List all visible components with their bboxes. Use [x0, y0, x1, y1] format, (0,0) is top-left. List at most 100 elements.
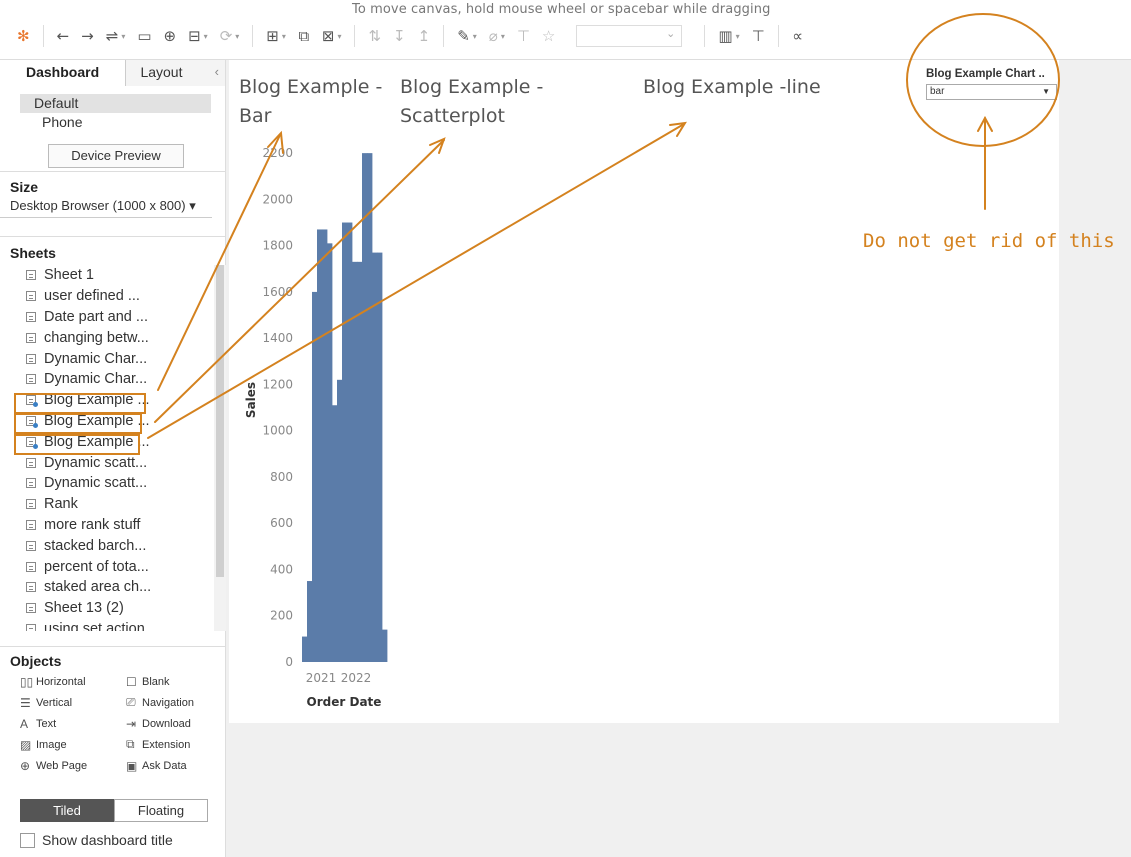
text-icon: A	[20, 716, 29, 731]
bar[interactable]	[317, 229, 323, 662]
bar[interactable]	[362, 153, 368, 662]
toolbar-separator	[42, 25, 44, 47]
bar[interactable]	[377, 252, 383, 662]
object-label: Text	[36, 717, 57, 730]
sheet-item[interactable]: Dynamic scatt...	[0, 452, 214, 473]
sheet-item[interactable]: Sheet 1	[0, 265, 214, 286]
highlight-icon[interactable]: ✎ ▾	[454, 25, 480, 47]
sheet-item[interactable]: using set action	[0, 619, 214, 631]
bar[interactable]	[307, 581, 313, 662]
sheets-section: Sheets	[0, 236, 226, 261]
new-datasource-icon[interactable]: ⊕	[161, 25, 180, 47]
labels-icon[interactable]: ⊤	[514, 25, 533, 47]
refresh-icon[interactable]: ⟳ ▾	[217, 25, 243, 47]
sheet-item[interactable]: more rank stuff	[0, 515, 214, 536]
scroll-thumb[interactable]	[216, 265, 224, 577]
object-download[interactable]: ⇥ Download	[126, 715, 232, 732]
y-tick-label: 600	[270, 516, 293, 530]
extension-icon: ⧉	[126, 737, 135, 751]
swap-icon[interactable]: ⇅	[365, 25, 384, 47]
sheet-label: Rank	[44, 496, 78, 513]
replace-data-icon[interactable]: ⇌ ▾	[103, 25, 129, 47]
sheet-item[interactable]: percent of tota...	[0, 556, 214, 577]
object-extension[interactable]: ⧉ Extension	[126, 736, 232, 753]
title-blog-line: Blog Example -line	[643, 76, 821, 98]
show-title-checkbox[interactable]	[20, 832, 35, 848]
fit-select[interactable]	[576, 25, 683, 47]
pin-icon[interactable]: ☆	[539, 25, 558, 47]
pause-updates-icon[interactable]: ⊟ ▾	[185, 25, 211, 47]
objects-title: Objects	[10, 653, 62, 669]
bar[interactable]	[302, 636, 308, 662]
bar[interactable]	[352, 261, 358, 662]
object-image[interactable]: ▨ Image	[20, 736, 126, 753]
sheet-label: percent of tota...	[44, 558, 149, 575]
redo-icon[interactable]: →	[78, 25, 97, 47]
download-icon: ⇥	[126, 716, 137, 731]
group-icon[interactable]: ⌀ ▾	[486, 25, 508, 47]
sheet-item[interactable]: Date part and ...	[0, 307, 214, 328]
sheet-item[interactable]: changing betw...	[0, 327, 214, 348]
bar[interactable]	[342, 222, 348, 662]
object-web-page[interactable]: ⊕ Web Page	[20, 757, 126, 774]
tab-dashboard[interactable]: Dashboard	[0, 60, 126, 86]
toolbar-buttons: ✻ ← → ⇌ ▾ ▭ ⊕ ⊟ ▾ ⟳ ▾ ⊞ ▾ ⧉ ⊠ ▾ ⇅ ↧ ↥ ✎ ▾ ⌀ ▾ ⊤…	[14, 24, 807, 48]
tableau-logo-icon[interactable]: ✻	[14, 25, 33, 47]
object-label: Horizontal	[36, 675, 86, 688]
undo-icon[interactable]: ←	[54, 25, 73, 47]
presentation-icon[interactable]: ⊤	[749, 25, 768, 47]
share-icon[interactable]: ∝	[789, 25, 807, 47]
sort-descending-icon[interactable]: ↥	[415, 25, 434, 47]
floating-button[interactable]: Floating	[114, 799, 208, 822]
clear-sheet-icon[interactable]: ⊠ ▾	[319, 25, 345, 47]
bar[interactable]	[332, 405, 338, 662]
bar[interactable]	[382, 629, 388, 662]
bar[interactable]	[357, 261, 363, 662]
size-title: Size	[10, 179, 39, 195]
tab-layout[interactable]: Layout ‹	[125, 60, 225, 86]
sheet-item[interactable]: Dynamic scatt...	[0, 473, 214, 494]
dashboard-canvas[interactable]: Blog Example - Bar Blog Example - Scatte…	[229, 60, 1059, 723]
bar[interactable]	[322, 229, 328, 662]
bar[interactable]	[347, 222, 353, 662]
show-title-option[interactable]: Show dashboard title	[20, 832, 173, 848]
bar[interactable]	[372, 252, 378, 662]
worksheet-icon	[26, 374, 36, 385]
new-worksheet-icon[interactable]: ⊞ ▾	[263, 25, 289, 47]
device-default[interactable]: Default	[20, 94, 211, 113]
dashboard-side-panel: Dashboard Layout ‹ Default Phone Device P…	[0, 60, 226, 857]
size-dropdown[interactable]: Desktop Browser (1000 x 800) ▾	[0, 198, 212, 218]
show-me-icon[interactable]: ▥ ▾	[715, 25, 742, 47]
sheet-item[interactable]: Rank	[0, 494, 214, 515]
object-label: Download	[142, 717, 191, 730]
sheet-item[interactable]: Sheet 13 (2)	[0, 598, 214, 619]
object-ask-data[interactable]: ▣ Ask Data	[126, 757, 232, 774]
object-navigation[interactable]: ⎚ Navigation	[126, 694, 232, 711]
sheet-item[interactable]: stacked barch...	[0, 535, 214, 556]
object-blank[interactable]: ☐ Blank	[126, 673, 232, 690]
duplicate-icon[interactable]: ⧉	[295, 25, 313, 47]
sheet-item[interactable]: staked area ch...	[0, 577, 214, 598]
toolbar-separator	[252, 25, 254, 47]
device-phone[interactable]: Phone	[20, 113, 211, 132]
object-vertical[interactable]: ☰ Vertical	[20, 694, 126, 711]
parameter-dropdown[interactable]: bar ▼	[926, 84, 1057, 100]
bar[interactable]	[367, 153, 373, 662]
bar-chart[interactable]: 0 200 400 600 800 1000 1200 1400 1600 1800 2000 220…	[229, 130, 429, 730]
bar[interactable]	[312, 291, 318, 662]
bar[interactable]	[327, 243, 333, 662]
sheet-label: Date part and ...	[44, 308, 148, 325]
object-horizontal[interactable]: ▯▯ Horizontal	[20, 673, 126, 690]
sheet-item[interactable]: user defined ...	[0, 286, 214, 307]
sheet-item[interactable]: Dynamic Char...	[0, 348, 214, 369]
sheet-item[interactable]: Dynamic Char...	[0, 369, 214, 390]
sheets-scrollbar[interactable]	[214, 265, 226, 631]
bar[interactable]	[337, 379, 343, 662]
sort-ascending-icon[interactable]: ↧	[390, 25, 409, 47]
device-preview-button[interactable]: Device Preview	[48, 144, 184, 168]
collapse-panel-icon[interactable]: ‹	[215, 60, 219, 84]
object-text[interactable]: A Text	[20, 715, 126, 732]
tiled-button[interactable]: Tiled	[20, 799, 114, 822]
save-icon[interactable]: ▭	[134, 25, 154, 47]
object-label: Blank	[142, 675, 170, 688]
